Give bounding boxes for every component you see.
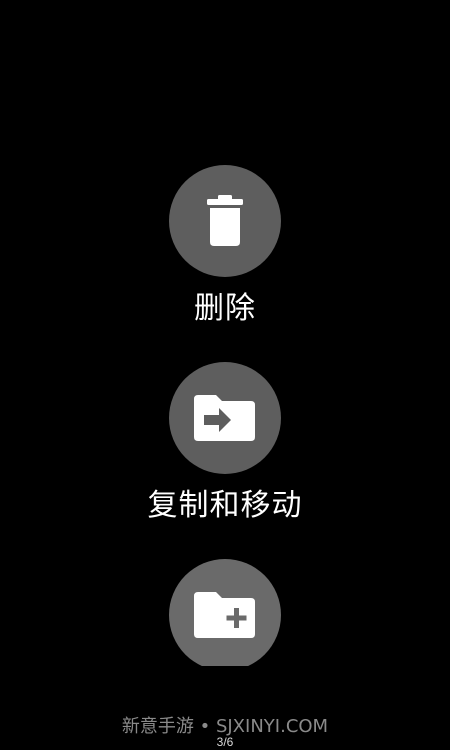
- trash-icon: [207, 195, 243, 246]
- delete-button[interactable]: [169, 165, 281, 277]
- copy-move-action[interactable]: 复制和移动: [0, 362, 450, 524]
- page-indicator: 3/6: [216, 735, 234, 749]
- screen: 删除 复制和移动 新意手游 • SJXINYI.COM 3/6: [0, 0, 450, 750]
- folder-add-icon: [194, 592, 255, 638]
- new-folder-action[interactable]: [0, 559, 450, 666]
- delete-action[interactable]: 删除: [0, 165, 450, 327]
- delete-label: 删除: [194, 291, 256, 326]
- copy-move-label: 复制和移动: [147, 488, 303, 523]
- folder-move-icon: [194, 395, 255, 441]
- action-menu: 删除 复制和移动: [0, 0, 450, 666]
- new-folder-button[interactable]: [169, 559, 281, 666]
- copy-move-button[interactable]: [169, 362, 281, 474]
